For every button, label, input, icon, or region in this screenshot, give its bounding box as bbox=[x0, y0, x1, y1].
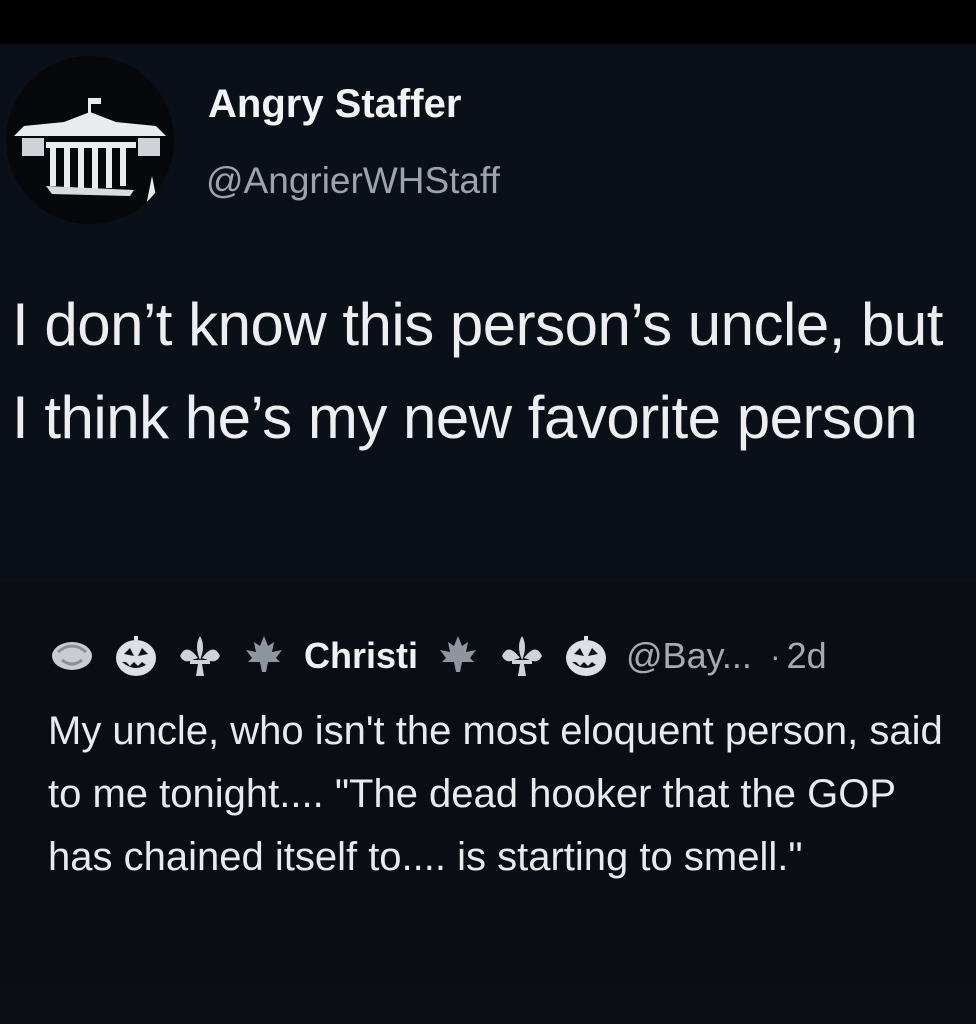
author-handle[interactable]: @AngrierWHStaff bbox=[206, 160, 500, 202]
fleur-de-lis-icon bbox=[176, 632, 224, 680]
jack-o-lantern-icon bbox=[562, 632, 610, 680]
tweet-text: I don’t know this person’s uncle, but I … bbox=[12, 291, 943, 451]
quoted-tweet-header: Christi @Bay... · 2d bbox=[48, 628, 827, 684]
maple-leaf-icon bbox=[240, 632, 288, 680]
fleur-de-lis-icon bbox=[498, 632, 546, 680]
top-status-bar bbox=[0, 0, 976, 44]
screenshot-page: Angry Staffer @AngrierWHStaff I don’t kn… bbox=[0, 0, 976, 1024]
quoted-author-display-name[interactable]: Christi bbox=[304, 635, 418, 677]
quoted-timestamp[interactable]: 2d bbox=[787, 635, 827, 677]
quoted-separator: · bbox=[769, 637, 781, 674]
quoted-tweet-text: My uncle, who isn't the most eloquent pe… bbox=[48, 709, 943, 879]
white-house-icon bbox=[6, 56, 174, 224]
quoted-author-handle[interactable]: @Bay... bbox=[626, 635, 752, 677]
maple-leaf-icon bbox=[434, 632, 482, 680]
author-display-name[interactable]: Angry Staffer bbox=[208, 82, 461, 127]
bottom-edge bbox=[0, 984, 976, 1024]
jack-o-lantern-icon bbox=[112, 632, 160, 680]
author-avatar[interactable] bbox=[6, 56, 174, 224]
rose-icon bbox=[48, 632, 96, 680]
